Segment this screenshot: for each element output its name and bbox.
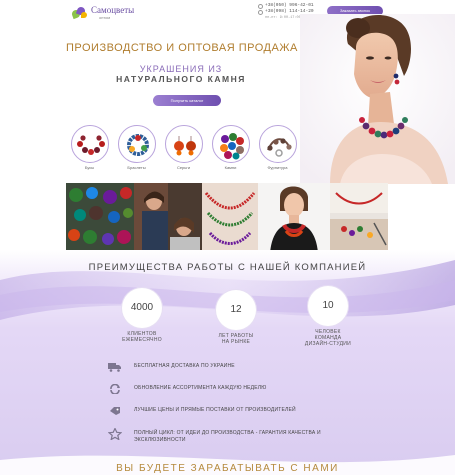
- workshop-photo: [134, 183, 202, 253]
- stat-value: 12: [216, 290, 256, 330]
- feature-text: ОБНОВЛЕНИЕ АССОРТИМЕНТА КАЖДУЮ НЕДЕЛЮ: [134, 385, 267, 391]
- feature-item: БЕСПЛАТНАЯ ДОСТАВКА ПО УКРАИНЕ: [108, 362, 408, 372]
- feature-text-line1: ПОЛНЫЙ ЦИКЛ: ОТ ИДЕИ ДО ПРОИЗВОДСТВА - Г…: [134, 430, 321, 436]
- category-label: Браслеты: [127, 165, 146, 170]
- stat-value: 4000: [122, 288, 162, 328]
- star-icon: [108, 428, 122, 440]
- hero-subtitle-line2: НАТУРАЛЬНОГО КАМНЯ: [116, 74, 246, 84]
- feature-list: БЕСПЛАТНАЯ ДОСТАВКА ПО УКРАИНЕ ОБНОВЛЕНИ…: [108, 362, 408, 444]
- hero-subtitle-line1: УКРАШЕНИЯ ИЗ: [139, 64, 223, 74]
- stat-label-line2: НА РЫНКЕ: [221, 339, 251, 345]
- stones-icon: [211, 125, 250, 163]
- jewelry-display-photo: [202, 183, 258, 253]
- feature-item: ОБНОВЛЕНИЕ АССОРТИМЕНТА КАЖДУЮ НЕДЕЛЮ: [108, 384, 408, 394]
- feature-text: ЛУЧШИЕ ЦЕНЫ И ПРЯМЫЕ ПОСТАВКИ ОТ ПРОИЗВО…: [134, 407, 296, 413]
- crafting-photo: [330, 183, 388, 253]
- feature-text: БЕСПЛАТНАЯ ДОСТАВКА ПО УКРАИНЕ: [134, 363, 235, 369]
- bracelet-icon: [117, 125, 156, 163]
- category-label: Камни: [224, 165, 237, 170]
- stat-label-line2: ЕЖЕМЕСЯЧНО: [122, 337, 162, 343]
- stat-years: 12 ЛЕТ РАБОТЫ НА РЫНКЕ: [206, 290, 266, 345]
- beads-necklace-icon: [70, 125, 109, 163]
- logo[interactable]: Самоцветы оптом: [70, 5, 134, 20]
- truck-icon: [108, 362, 122, 372]
- category-label: Серьги: [176, 165, 191, 170]
- stat-label: ЛЕТ РАБОТЫ НА РЫНКЕ: [206, 333, 266, 345]
- phone-icon: [258, 9, 263, 15]
- logo-subtitle: оптом: [99, 15, 111, 20]
- category-item-findings[interactable]: Фурнитура: [254, 125, 301, 170]
- feature-item: ЛУЧШИЕ ЦЕНЫ И ПРЯМЫЕ ПОСТАВКИ ОТ ПРОИЗВО…: [108, 406, 408, 416]
- logo-leaf-icon: [70, 5, 88, 20]
- earnings-section-title: ВЫ БУДЕТЕ ЗАРАБАТЫВАТЬ С НАМИ: [116, 463, 339, 474]
- price-tag-icon: [108, 406, 122, 416]
- feature-text-line2: ЭКСКЛЮЗИВНОСТИ: [134, 437, 186, 443]
- category-label: Фурнитура: [267, 165, 288, 170]
- beads-photo: [66, 183, 134, 253]
- logo-text: Самоцветы оптом: [91, 6, 134, 20]
- stat-label: КЛИЕНТОВ ЕЖЕМЕСЯЧНО: [112, 331, 172, 343]
- category-item-earrings[interactable]: Серьги: [160, 125, 207, 170]
- category-list: Бусы Браслеты Серьги Камни Фурнитура: [66, 125, 301, 170]
- hero-title: ПРОИЗВОДСТВО И ОПТОВАЯ ПРОДАЖА: [66, 42, 298, 54]
- get-catalog-button[interactable]: Получить каталог: [153, 95, 221, 106]
- hero-model-photo: [300, 14, 455, 184]
- stat-value: 10: [308, 286, 348, 326]
- advantages-title: ПРЕИМУЩЕСТВА РАБОТЫ С НАШЕЙ КОМПАНИЕЙ: [88, 262, 367, 273]
- refresh-icon: [108, 384, 122, 394]
- category-item-bracelets[interactable]: Браслеты: [113, 125, 160, 170]
- stat-label-line3: ДИЗАЙН-СТУДИИ: [304, 341, 352, 347]
- stat-clients: 4000 КЛИЕНТОВ ЕЖЕМЕСЯЧНО: [112, 288, 172, 343]
- earrings-icon: [164, 125, 203, 163]
- logo-title: Самоцветы: [91, 5, 135, 15]
- feature-text: ПОЛНЫЙ ЦИКЛ: ОТ ИДЕИ ДО ПРОИЗВОДСТВА - Г…: [134, 429, 321, 444]
- feature-item: ПОЛНЫЙ ЦИКЛ: ОТ ИДЕИ ДО ПРОИЗВОДСТВА - Г…: [108, 428, 408, 444]
- findings-icon: [258, 125, 297, 163]
- category-label: Бусы: [84, 165, 95, 170]
- phone-icon: [258, 3, 263, 9]
- category-item-beads[interactable]: Бусы: [66, 125, 113, 170]
- category-item-stones[interactable]: Камни: [207, 125, 254, 170]
- landing-page: Самоцветы оптом +38(050) 996-42-01 +38(0…: [0, 0, 455, 475]
- stat-team: 10 ЧЕЛОВЕК КОМАНДА ДИЗАЙН-СТУДИИ: [298, 286, 358, 347]
- stat-label: ЧЕЛОВЕК КОМАНДА ДИЗАЙН-СТУДИИ: [298, 329, 358, 347]
- photo-strip: [66, 183, 388, 253]
- model-photo-2: [258, 183, 330, 253]
